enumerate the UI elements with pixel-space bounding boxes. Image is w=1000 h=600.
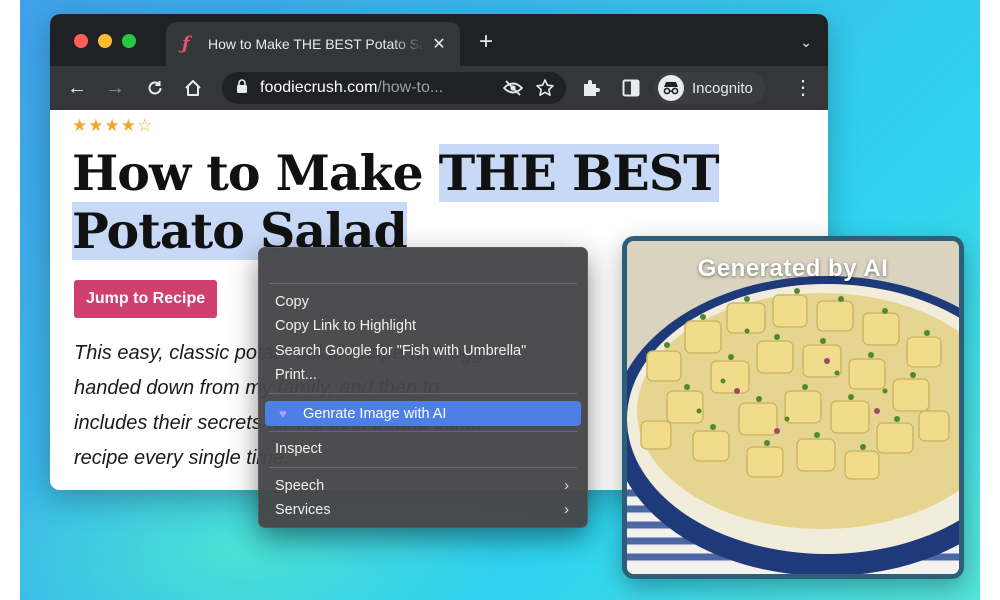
generated-image-card[interactable]: Generated by AI — [622, 236, 964, 579]
reload-icon — [148, 81, 162, 95]
minimize-window-button[interactable] — [98, 34, 112, 48]
generated-by-ai-label: Generated by AI — [697, 255, 889, 282]
tracking-protection-eye-icon[interactable] — [502, 77, 524, 99]
incognito-profile-button[interactable]: Incognito — [654, 72, 765, 104]
menu-item-label: Genrate Image with AI — [303, 406, 447, 422]
browser-toolbar: ← → foodiecrush.com/how-to... Incognito … — [50, 66, 828, 110]
menu-item-speech[interactable]: Speech › — [275, 475, 573, 497]
menu-item-copy[interactable]: Copy — [275, 291, 573, 313]
menu-item-label: Services — [275, 502, 331, 518]
incognito-label: Incognito — [692, 79, 753, 97]
back-button[interactable]: ← — [66, 77, 88, 99]
extensions-puzzle-icon[interactable] — [580, 77, 602, 99]
new-tab-button[interactable]: + — [476, 30, 496, 54]
close-tab-icon[interactable]: ✕ — [430, 34, 448, 54]
menu-item-generate-image-ai[interactable]: ♥ Genrate Image with AI — [265, 401, 581, 426]
menu-item-copy-link-to-highlight[interactable]: Copy Link to Highlight — [275, 315, 573, 337]
menu-item-inspect[interactable]: Inspect — [275, 438, 573, 460]
jump-to-recipe-button[interactable]: Jump to Recipe — [74, 280, 218, 318]
tab-active[interactable]: ƒ How to Make THE BEST Potato Salad ✕ — [166, 22, 460, 66]
bookmark-star-icon[interactable] — [534, 77, 556, 99]
forward-button[interactable]: → — [104, 77, 126, 99]
menu-divider — [269, 431, 577, 432]
side-panel-icon[interactable] — [620, 77, 642, 99]
chevron-right-icon: › — [564, 502, 569, 518]
close-window-button[interactable] — [74, 34, 88, 48]
home-button[interactable] — [182, 77, 204, 99]
menu-divider — [269, 283, 577, 284]
lock-icon — [236, 78, 248, 98]
title-highlighted-text: THE BEST — [438, 144, 720, 202]
menu-item-services[interactable]: Services › — [275, 499, 573, 521]
tab-strip: ƒ How to Make THE BEST Potato Salad ✕ + … — [50, 14, 828, 66]
menu-item-print[interactable]: Print... — [275, 364, 573, 386]
tab-title: How to Make THE BEST Potato Salad — [208, 36, 424, 52]
menu-divider — [269, 467, 577, 468]
reload-button[interactable] — [144, 77, 166, 99]
potato-salad-image — [627, 241, 959, 574]
tab-search-chevron-icon[interactable]: ⌄ — [800, 34, 812, 51]
maximize-window-button[interactable] — [122, 34, 136, 48]
title-plain-text: How to Make — [72, 144, 439, 202]
chevron-right-icon: › — [564, 478, 569, 494]
url-domain: foodiecrush.com — [260, 79, 378, 96]
menu-item-label: Speech — [275, 478, 325, 494]
home-icon — [185, 80, 201, 96]
address-bar[interactable]: foodiecrush.com/how-to... — [222, 72, 566, 104]
promo-background: ƒ How to Make THE BEST Potato Salad ✕ + … — [20, 0, 980, 600]
menu-item-search-google[interactable]: Search Google for "Fish with Umbrella" — [275, 340, 573, 362]
browser-menu-button[interactable]: ⋮ — [792, 77, 814, 99]
site-favicon-icon: ƒ — [182, 33, 190, 54]
incognito-icon — [658, 75, 684, 101]
menu-divider — [269, 393, 577, 394]
url-path: /how-to... — [377, 79, 444, 96]
context-menu: Copy Copy Link to Highlight Search Googl… — [258, 247, 588, 528]
heart-icon: ♥ — [279, 406, 287, 421]
rating-stars: ★★★★☆ — [72, 116, 154, 136]
